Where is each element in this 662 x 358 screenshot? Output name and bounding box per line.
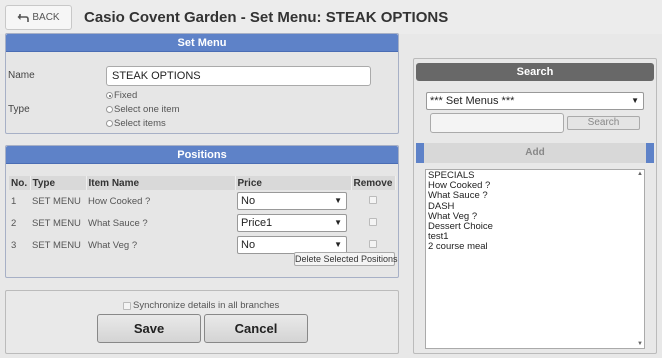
- sync-label: Synchronize details in all branches: [133, 300, 280, 311]
- name-input[interactable]: [106, 66, 371, 86]
- checkbox-icon: [123, 301, 131, 310]
- name-label: Name: [8, 70, 35, 81]
- search-button[interactable]: Search: [567, 116, 640, 130]
- radio-dot-icon: [106, 92, 113, 99]
- remove-checkbox[interactable]: [369, 217, 377, 226]
- positions-panel: Positions No. Type Item Name Price Remov…: [5, 145, 399, 278]
- radio-dot-icon: [106, 120, 113, 127]
- remove-checkbox[interactable]: [369, 239, 377, 248]
- row-no: 3: [11, 239, 17, 251]
- row-no: 2: [11, 217, 17, 229]
- back-label: BACK: [32, 12, 60, 23]
- cancel-button[interactable]: Cancel: [204, 314, 308, 343]
- type-radio-select-one-item[interactable]: Select one item: [106, 104, 179, 115]
- table-header-row: No. Type Item Name Price Remove: [9, 176, 396, 190]
- radio-dot-icon: [106, 106, 113, 113]
- add-button[interactable]: Add: [416, 143, 654, 163]
- table-row: 2 SET MENU What Sauce ? Price1 ▼: [9, 212, 395, 234]
- row-item-name: How Cooked ?: [88, 195, 151, 207]
- dropdown-arrow-icon: ▼: [631, 96, 639, 105]
- type-radio-select-items[interactable]: Select items: [106, 118, 166, 129]
- row-type: SET MENU: [32, 217, 81, 229]
- list-item[interactable]: What Sauce ?: [428, 191, 642, 201]
- scroll-up-icon[interactable]: ▲: [637, 171, 643, 177]
- row-type: SET MENU: [32, 239, 81, 251]
- row-item-name: What Veg ?: [88, 239, 138, 251]
- sync-branches-checkbox[interactable]: Synchronize details in all branches: [123, 300, 279, 311]
- row-type: SET MENU: [32, 195, 81, 207]
- scroll-down-icon[interactable]: ▼: [637, 341, 643, 347]
- dropdown-arrow-icon: ▼: [334, 240, 342, 249]
- table-row: 1 SET MENU How Cooked ? No ▼: [9, 190, 395, 212]
- row-item-name: What Sauce ?: [88, 217, 148, 229]
- positions-table: No. Type Item Name Price Remove 1 SET ME…: [9, 176, 396, 256]
- list-scrollbar[interactable]: ▲ ▼: [636, 170, 644, 348]
- col-item-name: Item Name: [86, 176, 236, 190]
- set-menu-panel: Set Menu Name Type Fixed Select one item…: [5, 33, 399, 134]
- back-arrow-icon: [17, 13, 30, 23]
- type-radio-fixed[interactable]: Fixed: [106, 90, 137, 101]
- search-results-list[interactable]: SPECIALS How Cooked ? What Sauce ? DASH …: [425, 169, 645, 349]
- dropdown-arrow-icon: ▼: [334, 218, 342, 227]
- col-price: Price: [235, 176, 352, 190]
- price-select[interactable]: Price1 ▼: [237, 214, 347, 232]
- set-menu-header: Set Menu: [6, 34, 398, 52]
- save-button[interactable]: Save: [97, 314, 201, 343]
- remove-checkbox[interactable]: [369, 195, 377, 204]
- menu-type-select[interactable]: *** Set Menus *** ▼: [426, 92, 644, 110]
- page-title: Casio Covent Garden - Set Menu: STEAK OP…: [84, 9, 449, 26]
- col-type: Type: [30, 176, 87, 190]
- row-no: 1: [11, 195, 17, 207]
- col-remove: Remove: [351, 176, 396, 190]
- price-select[interactable]: No ▼: [237, 192, 347, 210]
- type-label: Type: [8, 104, 30, 115]
- list-item[interactable]: 2 course meal: [428, 242, 642, 252]
- search-panel: Search *** Set Menus *** ▼ Search Add SP…: [413, 58, 657, 354]
- delete-selected-positions-button[interactable]: Delete Selected Positions: [294, 252, 398, 266]
- list-item[interactable]: Dessert Choice: [428, 221, 642, 232]
- col-no: No.: [9, 176, 31, 190]
- top-bar: BACK Casio Covent Garden - Set Menu: STE…: [0, 0, 662, 34]
- search-input[interactable]: [430, 113, 564, 133]
- positions-header: Positions: [6, 146, 398, 164]
- search-header: Search: [416, 63, 654, 81]
- back-button[interactable]: BACK: [5, 5, 72, 30]
- footer-panel: Synchronize details in all branches Save…: [5, 290, 399, 354]
- dropdown-arrow-icon: ▼: [334, 196, 342, 205]
